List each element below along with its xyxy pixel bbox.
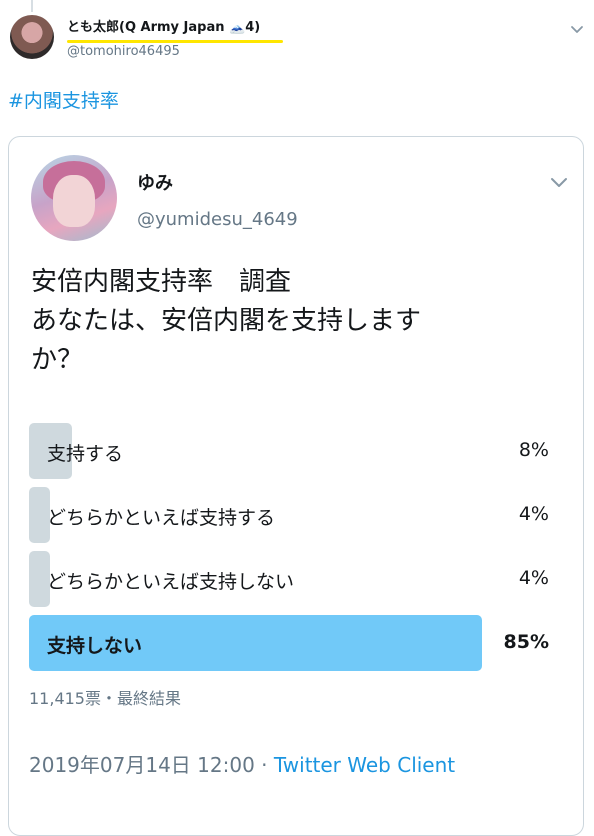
poll-option-label: 支持しない	[47, 635, 143, 657]
chevron-down-icon[interactable]	[570, 22, 584, 36]
poll-option-not-support: 支持しない 85%	[29, 615, 549, 671]
name-highlight-underline	[67, 40, 283, 43]
poll-option-percent: 4%	[518, 503, 549, 525]
quoted-author-display-name[interactable]: ゆみ	[137, 169, 173, 195]
poll-option-label: どちらかといえば支持する	[47, 507, 276, 529]
poll-question: 安倍内閣支持率 調査 あなたは、安倍内閣を支持します か？	[31, 267, 422, 375]
avatar-face	[53, 175, 95, 227]
hashtag-link[interactable]: #内閣支持率	[8, 86, 119, 113]
poll: 支持する 8% どちらかといえば支持する 4% どちらかといえば支持しない 4%…	[29, 423, 549, 679]
quoted-author-handle[interactable]: @yumidesu_4649	[137, 209, 298, 230]
poll-option-somewhat-support: どちらかといえば支持する 4%	[29, 487, 549, 543]
footer-separator: ·	[254, 753, 274, 777]
poll-option-percent: 8%	[518, 439, 549, 461]
author-display-name[interactable]: とも太郎(Q Army Japan 🗻4)	[67, 20, 260, 36]
poll-vote-count: 11,415票・最終結果	[29, 689, 181, 708]
tweet-footer: 2019年07月14日 12:00 · Twitter Web Client	[29, 749, 455, 778]
quoted-author-avatar[interactable]	[31, 155, 117, 241]
thread-line	[31, 0, 33, 12]
author-avatar[interactable]	[10, 15, 54, 59]
poll-option-percent: 85%	[503, 631, 549, 653]
poll-option-percent: 4%	[518, 567, 549, 589]
tweet-timestamp[interactable]: 2019年07月14日 12:00	[29, 753, 255, 777]
tweet-client-link[interactable]: Twitter Web Client	[274, 753, 455, 777]
poll-option-label: どちらかといえば支持しない	[47, 571, 295, 593]
quoted-tweet-card[interactable]: ゆみ @yumidesu_4649 安倍内閣支持率 調査 あなたは、安倍内閣を支…	[8, 136, 584, 836]
author-handle[interactable]: @tomohiro46495	[67, 44, 180, 59]
poll-option-label: 支持する	[47, 443, 124, 465]
poll-option-support: 支持する 8%	[29, 423, 549, 479]
chevron-down-icon[interactable]	[548, 171, 570, 193]
poll-option-somewhat-not-support: どちらかといえば支持しない 4%	[29, 551, 549, 607]
